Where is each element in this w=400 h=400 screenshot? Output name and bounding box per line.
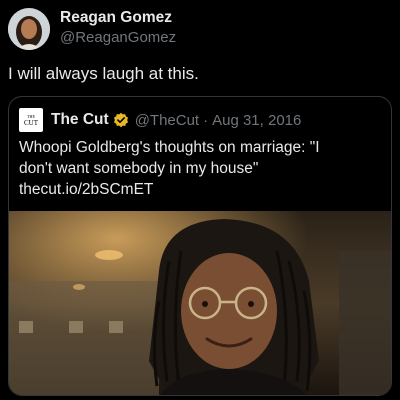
quoted-tweet-card[interactable]: THE CUT The Cut @TheCut · Aug 31, 2016 W… [8,96,392,396]
verified-badge-icon [113,112,129,128]
quoted-date[interactable]: Aug 31, 2016 [212,112,301,129]
quoted-tweet-text: Whoopi Goldberg's thoughts on marriage: … [19,137,379,200]
quoted-text-line: Whoopi Goldberg's thoughts on marriage: … [19,139,320,156]
quoted-text-line: don't want somebody in my house" [19,160,259,177]
the-cut-logo[interactable]: THE CUT [19,108,43,132]
avatar-image [8,8,50,50]
quoted-display-name[interactable]: The Cut [51,111,109,129]
author-display-name[interactable]: Reagan Gomez [60,9,172,27]
quoted-handle[interactable]: @TheCut [135,112,199,129]
quoted-tweet-photo[interactable] [9,211,391,395]
quoted-tweet-header: THE CUT The Cut @TheCut · Aug 31, 2016 [19,108,301,132]
quoted-link[interactable]: thecut.io/2bSCmET [19,179,379,200]
avatar[interactable] [8,8,50,50]
tweet-text: I will always laugh at this. [8,64,199,83]
author-handle[interactable]: @ReaganGomez [60,29,176,46]
meta-separator: · [203,111,209,129]
